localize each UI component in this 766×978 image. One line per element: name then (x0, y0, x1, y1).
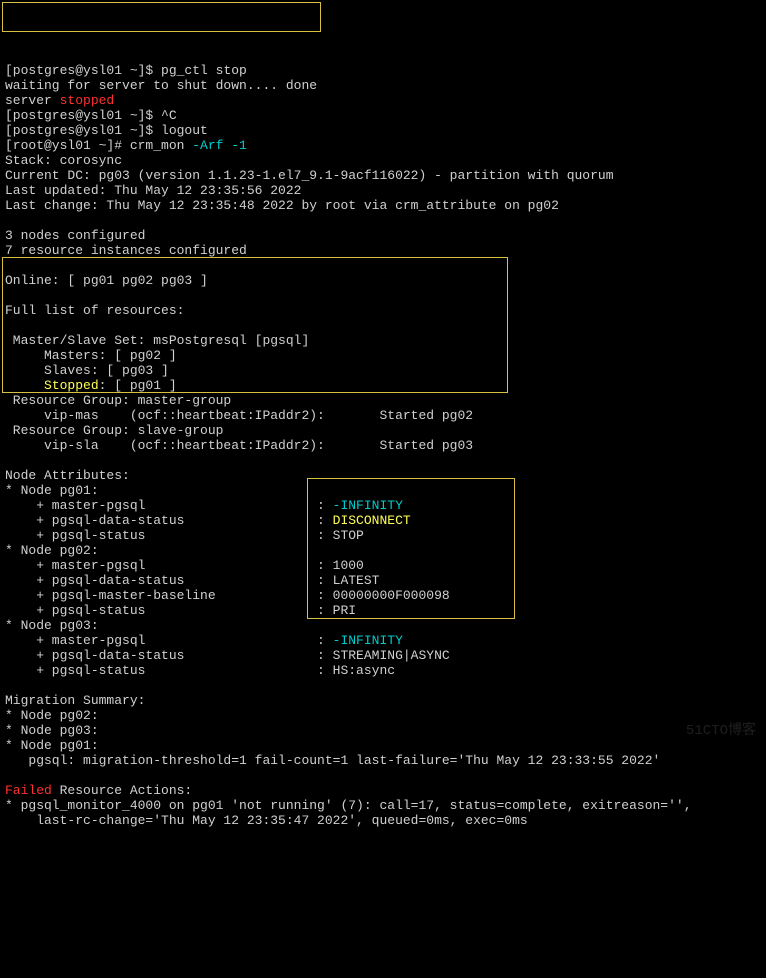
command: pg_ctl stop (161, 63, 247, 78)
prompt: [postgres@ysl01 ~]$ (5, 63, 161, 78)
section-header: Node Attributes: (5, 468, 130, 483)
highlight-box-command (2, 2, 321, 32)
node-header: * Node pg01: (5, 483, 99, 498)
node-header: * Node pg03: (5, 723, 99, 738)
output-line: 7 resource instances configured (5, 243, 247, 258)
attr-value-infinity: -INFINITY (333, 633, 403, 648)
failed-action-line: last-rc-change='Thu May 12 23:35:47 2022… (5, 813, 528, 828)
attr-line: + master-pgsql : (5, 498, 333, 513)
prompt: [postgres@ysl01 ~]$ (5, 123, 161, 138)
output-line: vip-mas (ocf::heartbeat:IPaddr2): Starte… (5, 408, 473, 423)
watermark-text: 51CTO博客 (686, 724, 756, 739)
output-line: 3 nodes configured (5, 228, 145, 243)
highlight-box-attributes (307, 478, 515, 619)
highlight-box-resources (2, 257, 508, 393)
output-line: Resource Group: master-group (5, 393, 231, 408)
output-line: Last change: Thu May 12 23:35:48 2022 by… (5, 198, 559, 213)
attr-line: + pgsql-status : HS:async (5, 663, 395, 678)
node-header: * Node pg02: (5, 543, 99, 558)
failed-action-line: * pgsql_monitor_4000 on pg01 'not runnin… (5, 798, 692, 813)
output-line: vip-sla (ocf::heartbeat:IPaddr2): Starte… (5, 438, 473, 453)
output-line: Resource Actions: (52, 783, 192, 798)
migration-line: pgsql: migration-threshold=1 fail-count=… (5, 753, 660, 768)
command: crm_mon (130, 138, 192, 153)
output-line: waiting for server to shut down.... done (5, 78, 317, 93)
status-stopped: stopped (60, 93, 115, 108)
attr-line: + pgsql-data-status : (5, 513, 333, 528)
terminal-output: [postgres@ysl01 ~]$ pg_ctl stop waiting … (5, 63, 761, 828)
prompt-root: [root@ysl01 ~]# (5, 138, 130, 153)
command-args: -Arf -1 (192, 138, 247, 153)
output-line: Current DC: pg03 (version 1.1.23-1.el7_9… (5, 168, 614, 183)
output-line: Last updated: Thu May 12 23:35:56 2022 (5, 183, 301, 198)
command: logout (161, 123, 208, 138)
attr-line: + master-pgsql : (5, 633, 333, 648)
status-failed: Failed (5, 783, 52, 798)
prompt: [postgres@ysl01 ~]$ (5, 108, 161, 123)
node-header: * Node pg01: (5, 738, 99, 753)
output-line: Stack: corosync (5, 153, 122, 168)
command: ^C (161, 108, 177, 123)
attr-line: + pgsql-status : PRI (5, 603, 356, 618)
node-header: * Node pg02: (5, 708, 99, 723)
section-header: Migration Summary: (5, 693, 145, 708)
node-header: * Node pg03: (5, 618, 99, 633)
output-line: server (5, 93, 60, 108)
output-line: Resource Group: slave-group (5, 423, 223, 438)
attr-line: + pgsql-data-status : STREAMING|ASYNC (5, 648, 450, 663)
